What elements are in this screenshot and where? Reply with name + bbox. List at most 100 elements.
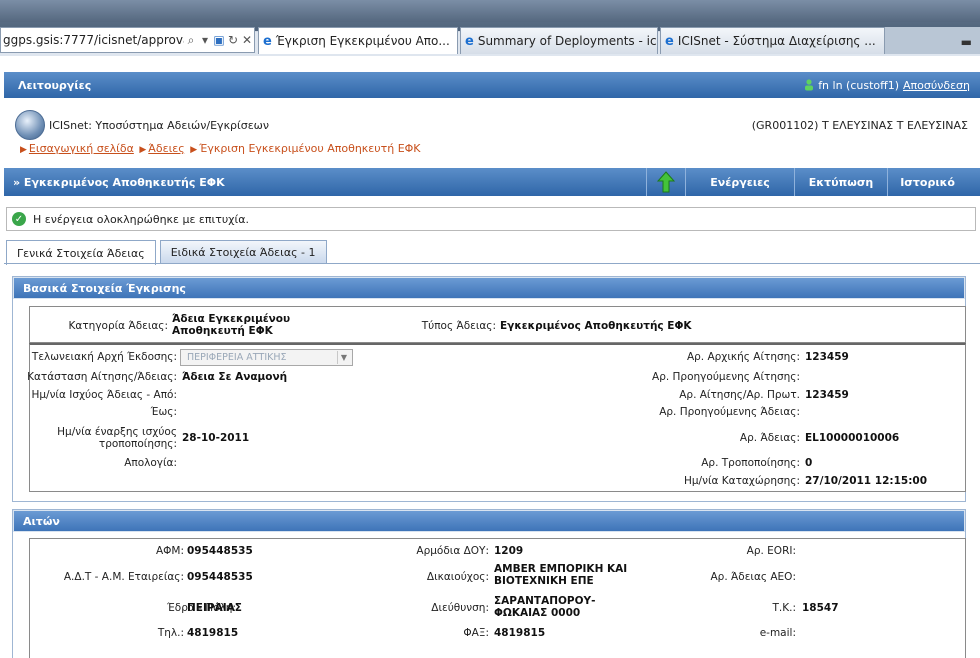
afm-value: 095448535 bbox=[187, 545, 253, 557]
user-area: fn ln (custoff1) Αποσύνδεση bbox=[804, 79, 970, 92]
browser-tab-deployments[interactable]: e Summary of Deployments - ici... bbox=[460, 27, 658, 54]
tk-label: Τ.Κ.: bbox=[772, 602, 796, 614]
app-first-value: 123459 bbox=[805, 389, 849, 401]
breadcrumb-arrow-icon: ▶ bbox=[190, 145, 198, 155]
ie-icon: e bbox=[263, 33, 272, 49]
page-header: ICISnet: Υποσύστημα Αδειών/Εγκρίσεων (GR… bbox=[4, 98, 980, 168]
dropdown-icon[interactable]: ▾ bbox=[198, 33, 212, 47]
mod-start-value: 28-10-2011 bbox=[182, 432, 250, 444]
fax-value: 4819815 bbox=[494, 627, 546, 639]
mod-no-label: Αρ. Τροποποίησης: bbox=[701, 457, 800, 469]
tab-divider bbox=[4, 263, 980, 264]
app-first-label: Αρ. Αίτησης/Αρ. Πρωτ. bbox=[679, 389, 800, 401]
initial-app-value: 123459 bbox=[805, 351, 849, 363]
tab-special[interactable]: Ειδικά Στοιχεία Άδειας - 1 bbox=[159, 240, 327, 264]
customs-select[interactable]: ΠΕΡΙΦΕΡΕΙΑ ΑΤΤΙΚΗΣ ▼ bbox=[180, 349, 353, 366]
doy-label: Αρμόδια ΔΟΥ: bbox=[416, 545, 489, 557]
page-tabs: Γενικά Στοιχεία Άδειας Ειδικά Στοιχεία Ά… bbox=[6, 240, 327, 265]
address-label: Διεύθυνση: bbox=[431, 602, 489, 614]
search-icon[interactable]: ⌕ bbox=[184, 33, 198, 48]
operations-menu[interactable]: Λειτουργίες bbox=[18, 79, 91, 92]
initial-app-label: Αρ. Αρχικής Αίτησης: bbox=[686, 351, 800, 363]
app-top-bar: Λειτουργίες fn ln (custoff1) Αποσύνδεση bbox=[4, 72, 980, 98]
tab-label: Summary of Deployments - ici... bbox=[477, 34, 658, 48]
tab-label: Έγκριση Εγκεκριμένου Απο... bbox=[275, 34, 450, 48]
success-text: Η ενέργεια ολοκληρώθηκε με επιτυχία. bbox=[33, 212, 250, 226]
mod-start-label: Ημ/νία έναρξης ισχύος τροποποίησης: bbox=[57, 426, 177, 450]
icisnet-logo-icon bbox=[15, 110, 45, 140]
new-tab-area[interactable]: ▬ bbox=[885, 27, 980, 54]
address-value: ΣΑΡΑΝΤΑΠΟΡΟΥ-ΦΩΚΑΙΑΣ 0000 bbox=[494, 595, 596, 619]
address-url[interactable]: ggps.gsis:7777/icisnet/approvals bbox=[3, 33, 184, 47]
customs-office: (GR001102) Τ ΕΛΕΥΣΙΝΑΣ Τ ΕΛΕΥΣΙΝΑΣ bbox=[751, 119, 968, 132]
breadcrumb-current: Έγκριση Εγκεκριμένου Αποθηκευτή ΕΦΚ bbox=[199, 142, 421, 155]
email-label: e-mail: bbox=[759, 627, 796, 639]
breadcrumb-arrow-icon: ▶ bbox=[139, 145, 147, 155]
close-tab-icon[interactable]: ✕ bbox=[456, 34, 457, 48]
user-icon bbox=[805, 79, 814, 91]
afm-label: ΑΦΜ: bbox=[155, 545, 184, 557]
ie-icon: e bbox=[665, 33, 674, 49]
print-button[interactable]: Εκτύπωση bbox=[795, 168, 887, 196]
basic-panel-title: Βασικά Στοιχεία Έγκρισης bbox=[13, 277, 965, 299]
aeo-label: Αρ. Άδειας ΑΕΟ: bbox=[710, 571, 797, 583]
fax-label: ΦΑΞ: bbox=[463, 627, 489, 639]
tab-label: ICISnet - Σύστημα Διαχείρισης ... bbox=[677, 34, 876, 48]
logout-link[interactable]: Αποσύνδεση bbox=[903, 79, 970, 92]
basic-top-box bbox=[29, 306, 966, 343]
breadcrumb-arrow-icon: ▶ bbox=[20, 145, 27, 155]
address-bar[interactable]: ggps.gsis:7777/icisnet/approvals ⌕ ▾ ▣ ↻… bbox=[0, 27, 255, 53]
up-arrow-button[interactable] bbox=[647, 171, 685, 193]
owner-label: Δικαιούχος: bbox=[426, 571, 489, 583]
check-icon: ✓ bbox=[12, 212, 26, 226]
mod-no-value: 0 bbox=[805, 457, 813, 469]
browser-tab-approval[interactable]: e Έγκριση Εγκεκριμένου Απο... ✕ bbox=[258, 27, 458, 54]
customs-label: Τελωνειακή Αρχή Έκδοσης: bbox=[31, 351, 177, 363]
section-title: » Εγκεκριμένος Αποθηκευτής ΕΦΚ bbox=[13, 175, 225, 189]
type-label: Τύπος Άδειας: bbox=[421, 320, 496, 332]
system-name: ICISnet: Υποσύστημα Αδειών/Εγκρίσεων bbox=[49, 119, 270, 132]
green-up-arrow-icon bbox=[657, 171, 676, 193]
section-bar: » Εγκεκριμένος Αποθηκευτής ΕΦΚ Ενέργειες… bbox=[4, 168, 980, 196]
minimize-icon[interactable]: ▬ bbox=[961, 35, 972, 49]
tab-general[interactable]: Γενικά Στοιχεία Άδειας bbox=[6, 240, 156, 265]
type-value: Εγκεκριμένος Αποθηκευτής ΕΦΚ bbox=[500, 320, 692, 332]
justification-label: Απολογία: bbox=[124, 457, 177, 469]
user-name: fn ln (custoff1) bbox=[818, 78, 900, 92]
status-value: Άδεια Σε Αναμονή bbox=[182, 371, 288, 383]
license-no-label: Αρ. Άδειας: bbox=[739, 432, 800, 444]
browser-tab-icisnet[interactable]: e ICISnet - Σύστημα Διαχείρισης ... bbox=[660, 27, 885, 54]
refresh-icon[interactable]: ↻ bbox=[226, 33, 240, 47]
valid-from-label: Ημ/νία Ισχύος Άδειας - Από: bbox=[31, 389, 177, 401]
browser-titlebar bbox=[0, 0, 980, 22]
breadcrumb: ▶ Εισαγωγική σελίδα ▶ Άδειες ▶ Έγκριση Εγκε… bbox=[18, 142, 421, 155]
eori-label: Αρ. EORI: bbox=[746, 545, 796, 557]
adt-value: 095448535 bbox=[187, 571, 253, 583]
prev-license-label: Αρ. Προηγούμενης Άδειας: bbox=[659, 406, 800, 418]
chevron-down-icon[interactable]: ▼ bbox=[337, 351, 350, 364]
success-message: ✓ Η ενέργεια ολοκληρώθηκε με επιτυχία. bbox=[6, 207, 976, 231]
prev-app-label: Αρ. Προηγούμενης Αίτησης: bbox=[652, 371, 800, 383]
ie-icon: e bbox=[465, 33, 474, 49]
registration-value: 27/10/2011 12:15:00 bbox=[805, 475, 928, 487]
category-value: Άδεια Εγκεκριμένου Αποθηκευτή ΕΦΚ bbox=[172, 313, 291, 337]
history-button[interactable]: Ιστορικό bbox=[888, 168, 980, 196]
breadcrumb-licenses[interactable]: Άδειες bbox=[148, 142, 184, 155]
license-no-value: EL10000010006 bbox=[805, 432, 900, 444]
status-label: Κατάσταση Αίτησης/Άδειας: bbox=[27, 371, 177, 383]
customs-select-value: ΠΕΡΙΦΕΡΕΙΑ ΑΤΤΙΚΗΣ bbox=[187, 352, 287, 363]
phone-value: 4819815 bbox=[187, 627, 239, 639]
valid-to-label: Έως: bbox=[150, 406, 177, 418]
adt-label: Α.Δ.Τ - Α.Μ. Εταιρείας: bbox=[63, 571, 184, 583]
breadcrumb-home[interactable]: Εισαγωγική σελίδα bbox=[29, 142, 134, 155]
stop-icon[interactable]: ✕ bbox=[240, 33, 254, 47]
city-value: ΠΕΙΡΑΙΑΣ bbox=[187, 602, 242, 614]
compat-icon[interactable]: ▣ bbox=[212, 33, 226, 47]
registration-label: Ημ/νία Καταχώρησης: bbox=[683, 475, 800, 487]
tk-value: 18547 bbox=[802, 602, 839, 614]
actions-button[interactable]: Ενέργειες bbox=[686, 168, 794, 196]
applicant-panel-title: Αιτών bbox=[13, 510, 965, 532]
doy-value: 1209 bbox=[494, 545, 524, 557]
owner-value: AMBER ΕΜΠΟΡΙΚΗ ΚΑΙ ΒΙΟΤΕΧΝΙΚΗ ΕΠΕ bbox=[494, 563, 628, 587]
category-label: Κατηγορία Άδειας: bbox=[68, 320, 168, 332]
